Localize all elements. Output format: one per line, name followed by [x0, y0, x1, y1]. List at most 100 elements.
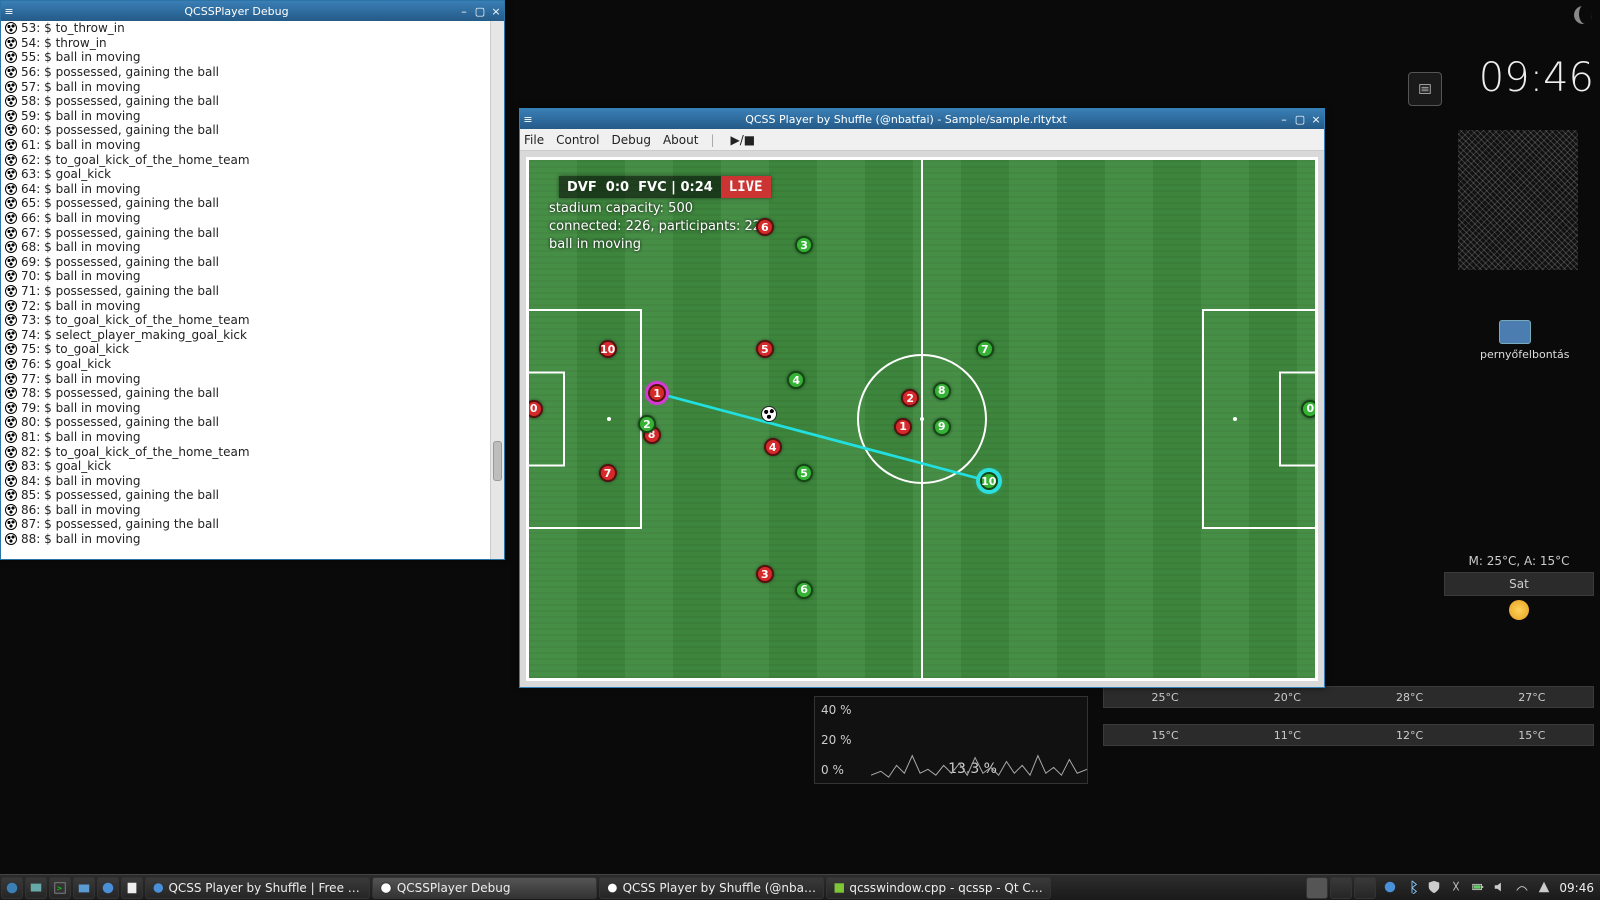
player-grn-0[interactable]: 0 [1301, 400, 1318, 418]
notify-icon[interactable] [1537, 880, 1553, 896]
log-row[interactable]: 81: $ ball in moving [1, 430, 504, 445]
files-icon[interactable] [73, 877, 95, 899]
power-moon-icon[interactable] [1574, 6, 1592, 24]
log-row[interactable]: 55: $ ball in moving [1, 50, 504, 65]
log-row[interactable]: 76: $ goal_kick [1, 357, 504, 372]
menu-about[interactable]: About [663, 133, 698, 147]
network-icon[interactable] [1515, 880, 1531, 896]
player-grn-6[interactable]: 6 [795, 581, 813, 599]
player-red-6[interactable]: 6 [756, 218, 774, 236]
taskbar-app-browser[interactable]: QCSS Player by Shuffle | Free Graph [145, 877, 370, 899]
menu-debug[interactable]: Debug [611, 133, 650, 147]
workspace-3[interactable] [1354, 877, 1376, 899]
close-button[interactable]: × [488, 3, 504, 19]
log-row[interactable]: 56: $ possessed, gaining the ball [1, 65, 504, 80]
taskbar-app-qtcreator[interactable]: qcsswindow.cpp - qcssp - Qt Creator [826, 877, 1051, 899]
player-red-10[interactable]: 10 [599, 340, 617, 358]
log-row[interactable]: 71: $ possessed, gaining the ball [1, 284, 504, 299]
log-row[interactable]: 80: $ possessed, gaining the ball [1, 415, 504, 430]
menu-control[interactable]: Control [556, 133, 599, 147]
editor-icon[interactable] [121, 877, 143, 899]
log-row[interactable]: 58: $ possessed, gaining the ball [1, 94, 504, 109]
log-row[interactable]: 54: $ throw_in [1, 36, 504, 51]
log-row[interactable]: 68: $ ball in moving [1, 240, 504, 255]
clip-icon[interactable] [1449, 880, 1465, 896]
log-row[interactable]: 64: $ ball in moving [1, 182, 504, 197]
workspace-1[interactable] [1306, 877, 1328, 899]
player-red-7[interactable]: 7 [599, 464, 617, 482]
desktop-icon[interactable] [25, 877, 47, 899]
start-button[interactable] [1, 877, 23, 899]
log-row[interactable]: 57: $ ball in moving [1, 79, 504, 94]
bt-icon[interactable] [1405, 880, 1421, 896]
player-grn-8[interactable]: 8 [933, 382, 951, 400]
log-row[interactable]: 63: $ goal_kick [1, 167, 504, 182]
football-field[interactable]: DVF 0:0 FVC | 0:24 LIVE stadium capacity… [526, 157, 1318, 681]
update-icon[interactable] [1383, 880, 1399, 896]
workspace-2[interactable] [1330, 877, 1352, 899]
shield-icon[interactable] [1427, 880, 1443, 896]
log-row[interactable]: 70: $ ball in moving [1, 269, 504, 284]
player-red-1[interactable]: 1 [894, 418, 912, 436]
log-row[interactable]: 77: $ ball in moving [1, 371, 504, 386]
log-row[interactable]: 74: $ select_player_making_goal_kick [1, 327, 504, 342]
log-row[interactable]: 60: $ possessed, gaining the ball [1, 123, 504, 138]
browser-icon[interactable] [97, 877, 119, 899]
player-grn-9[interactable]: 9 [933, 418, 951, 436]
player-red-3[interactable]: 3 [756, 565, 774, 583]
log-row[interactable]: 53: $ to_throw_in [1, 21, 504, 36]
player-red-4[interactable]: 4 [764, 438, 782, 456]
battery-icon[interactable] [1471, 880, 1487, 896]
close-button[interactable]: × [1308, 111, 1324, 127]
log-row[interactable]: 67: $ possessed, gaining the ball [1, 225, 504, 240]
log-row[interactable]: 66: $ ball in moving [1, 211, 504, 226]
log-row[interactable]: 82: $ to_goal_kick_of_the_home_team [1, 444, 504, 459]
menu-icon[interactable]: ≡ [1, 5, 17, 18]
minimize-button[interactable]: – [456, 3, 472, 19]
player-grn-10[interactable]: 10 [980, 472, 998, 490]
player-red-5[interactable]: 5 [756, 340, 774, 358]
play-stop-button[interactable]: ▶/■ [726, 133, 759, 147]
debug-log-list[interactable]: 53: $ to_throw_in54: $ throw_in55: $ bal… [1, 21, 504, 559]
maximize-button[interactable]: ▢ [1292, 111, 1308, 127]
menu-file[interactable]: File [524, 133, 544, 147]
log-row[interactable]: 72: $ ball in moving [1, 298, 504, 313]
log-row[interactable]: 75: $ to_goal_kick [1, 342, 504, 357]
player-grn-5[interactable]: 5 [795, 464, 813, 482]
taskbar-app-player[interactable]: QCSS Player by Shuffle (@nbatfai) - [599, 877, 824, 899]
taskbar[interactable]: > QCSS Player by Shuffle | Free Graph QC… [0, 874, 1600, 900]
scrollbar[interactable] [490, 21, 504, 559]
player-grn-2[interactable]: 2 [638, 415, 656, 433]
player-grn-3[interactable]: 3 [795, 236, 813, 254]
log-row[interactable]: 84: $ ball in moving [1, 473, 504, 488]
log-row[interactable]: 73: $ to_goal_kick_of_the_home_team [1, 313, 504, 328]
log-row[interactable]: 69: $ possessed, gaining the ball [1, 255, 504, 270]
player-grn-4[interactable]: 4 [787, 371, 805, 389]
debug-titlebar[interactable]: ≡ QCSSPlayer Debug – ▢ × [1, 1, 504, 21]
scrollbar-thumb[interactable] [493, 441, 502, 481]
maximize-button[interactable]: ▢ [472, 3, 488, 19]
system-indicator-icon[interactable] [1408, 72, 1442, 106]
log-row[interactable]: 87: $ possessed, gaining the ball [1, 517, 504, 532]
log-row[interactable]: 59: $ ball in moving [1, 109, 504, 124]
log-row[interactable]: 83: $ goal_kick [1, 459, 504, 474]
log-row[interactable]: 86: $ ball in moving [1, 503, 504, 518]
log-row[interactable]: 88: $ ball in moving [1, 532, 504, 547]
player-titlebar[interactable]: ≡ QCSS Player by Shuffle (@nbatfai) - Sa… [520, 109, 1324, 129]
debug-window[interactable]: ≡ QCSSPlayer Debug – ▢ × 53: $ to_throw_… [0, 0, 505, 560]
player-window[interactable]: ≡ QCSS Player by Shuffle (@nbatfai) - Sa… [519, 108, 1325, 688]
log-row[interactable]: 85: $ possessed, gaining the ball [1, 488, 504, 503]
player-grn-7[interactable]: 7 [976, 340, 994, 358]
player-red-2[interactable]: 2 [901, 389, 919, 407]
log-row[interactable]: 61: $ ball in moving [1, 138, 504, 153]
player-red-1[interactable]: 1 [648, 384, 666, 402]
log-row[interactable]: 65: $ possessed, gaining the ball [1, 196, 504, 211]
log-row[interactable]: 62: $ to_goal_kick_of_the_home_team [1, 152, 504, 167]
log-row[interactable]: 79: $ ball in moving [1, 400, 504, 415]
tray-clock[interactable]: 09:46 [1559, 881, 1594, 895]
volume-icon[interactable] [1493, 880, 1509, 896]
desktop-icon-screenres[interactable]: pernyőfelbontás [1480, 320, 1550, 361]
taskbar-app-debug[interactable]: QCSSPlayer Debug [372, 877, 597, 899]
minimize-button[interactable]: – [1276, 111, 1292, 127]
log-row[interactable]: 78: $ possessed, gaining the ball [1, 386, 504, 401]
